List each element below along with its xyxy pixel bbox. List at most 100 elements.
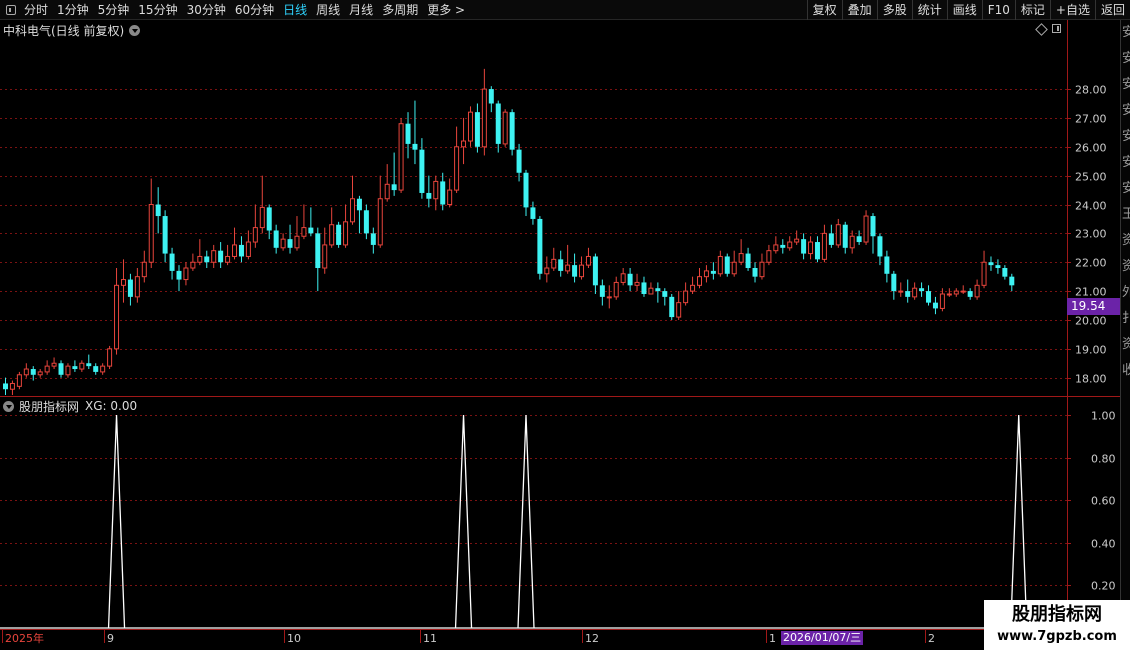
candle-body xyxy=(259,206,265,229)
candle-body xyxy=(620,273,626,283)
indicator-name: 股朋指标网 xyxy=(19,399,80,414)
candle-body xyxy=(488,89,494,104)
candle-body xyxy=(745,253,751,269)
side-glyph: 安 xyxy=(1122,176,1130,202)
chart-canvas[interactable]: 28.0027.0026.0025.0024.0023.0022.0021.00… xyxy=(0,0,1130,650)
candle-body xyxy=(780,244,786,248)
candle-body xyxy=(703,270,709,278)
candle-body xyxy=(363,210,369,234)
watermark: 股朋指标网 www.7gpzb.com xyxy=(984,600,1130,650)
candle-body xyxy=(322,244,328,269)
candle-body xyxy=(697,276,702,286)
candle-body xyxy=(759,261,765,278)
candle-body xyxy=(946,293,952,296)
candle-body xyxy=(849,235,855,249)
candle-body xyxy=(551,258,557,269)
indicator-label: 0.40 xyxy=(1091,538,1116,551)
candle-body xyxy=(870,216,876,237)
candle-body xyxy=(370,233,376,245)
candle-body xyxy=(981,261,987,286)
candle-body xyxy=(932,302,938,309)
side-info-panel[interactable]: 安安安安安安安玉资资外扌资收 xyxy=(1120,20,1130,650)
price-label: 19.00 xyxy=(1075,344,1107,357)
candle-body xyxy=(51,362,57,367)
indicator-label: 1.00 xyxy=(1091,410,1116,423)
candle-body xyxy=(93,366,99,372)
date-label: 1 xyxy=(769,632,776,645)
candle-body xyxy=(821,232,827,260)
side-glyph: 安 xyxy=(1122,20,1130,46)
indicator-label: 0.80 xyxy=(1091,453,1116,466)
indicator-value: XG: 0.00 xyxy=(85,399,138,413)
candle-body xyxy=(634,281,640,286)
chevron-down-icon[interactable] xyxy=(3,400,14,412)
side-glyph: 收 xyxy=(1122,358,1130,384)
side-glyph: 安 xyxy=(1122,46,1130,72)
candle-body xyxy=(454,146,460,191)
candle-body xyxy=(648,287,654,295)
candle-body xyxy=(412,143,418,150)
candle-body xyxy=(690,284,696,292)
side-glyph: 安 xyxy=(1122,98,1130,124)
candle-body xyxy=(544,267,550,275)
candle-body xyxy=(898,290,904,293)
side-glyph: 玉 xyxy=(1122,202,1130,228)
indicator-title[interactable]: 股朋指标网 XG: 0.00 xyxy=(3,398,137,414)
current-price-tag: 19.54 xyxy=(1067,298,1120,315)
candle-body xyxy=(9,382,15,390)
candle-body xyxy=(398,123,404,191)
candle-body xyxy=(523,172,529,208)
candle-body xyxy=(856,236,862,243)
candle-body xyxy=(30,369,36,375)
candle-body xyxy=(127,279,133,297)
candle-body xyxy=(731,261,737,275)
candle-body xyxy=(273,230,279,248)
candle-body xyxy=(329,224,335,246)
date-label: 11 xyxy=(423,632,437,645)
date-label: 2 xyxy=(928,632,935,645)
candle-body xyxy=(995,265,1001,269)
date-label: 10 xyxy=(287,632,301,645)
candle-body xyxy=(481,88,487,148)
candle-body xyxy=(738,253,744,263)
candle-body xyxy=(440,181,446,205)
side-glyph: 外 xyxy=(1122,280,1130,306)
candle-body xyxy=(266,207,272,231)
candle-body xyxy=(953,290,959,295)
date-label: 9 xyxy=(107,632,114,645)
candle-body xyxy=(606,296,612,299)
candle-body xyxy=(884,256,890,274)
candle-body xyxy=(863,215,869,243)
candle-body xyxy=(280,238,286,249)
cursor-date: 2026/01/07/三 xyxy=(781,631,864,645)
candle-body xyxy=(225,255,231,263)
candle-body xyxy=(23,368,29,376)
candle-body xyxy=(384,183,390,200)
price-label: 21.00 xyxy=(1075,286,1107,299)
candle-body xyxy=(467,111,473,142)
candle-body xyxy=(662,291,668,297)
signal-spike xyxy=(107,414,126,629)
candle-body xyxy=(433,180,439,200)
candle-body xyxy=(710,270,716,274)
candle-body xyxy=(176,270,182,280)
candle-body xyxy=(502,111,508,145)
side-glyph: 安 xyxy=(1122,72,1130,98)
candle-body xyxy=(79,362,85,370)
candle-body xyxy=(294,235,300,249)
candle-body xyxy=(766,250,772,263)
candle-body xyxy=(134,276,140,298)
candle-body xyxy=(794,238,800,243)
candle-body xyxy=(585,255,591,266)
candle-body xyxy=(565,264,571,272)
candle-body xyxy=(572,265,578,277)
candle-body xyxy=(343,221,349,246)
candle-body xyxy=(905,291,911,297)
candle-body xyxy=(155,204,161,217)
candle-body xyxy=(356,198,362,211)
candle-body xyxy=(405,123,411,144)
price-label: 24.00 xyxy=(1075,200,1107,213)
candle-body xyxy=(252,227,258,243)
candle-body xyxy=(308,227,314,234)
candle-body xyxy=(655,288,661,292)
